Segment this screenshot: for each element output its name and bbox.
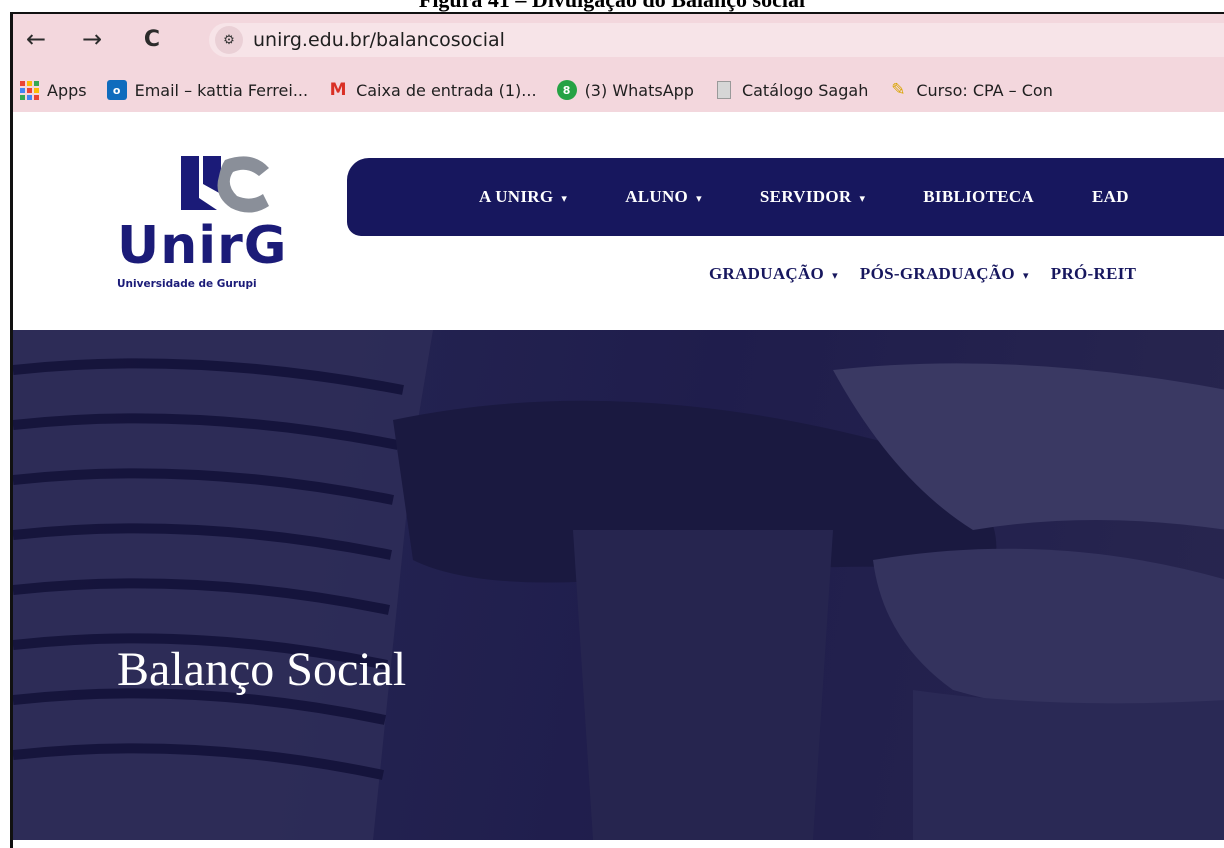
reload-icon[interactable]: C [137, 24, 167, 54]
chevron-down-icon: ▾ [1022, 269, 1029, 282]
nav-biblioteca[interactable]: BIBLIOTECA [923, 187, 1034, 207]
nav-servidor[interactable]: SERVIDOR ▾ [760, 187, 865, 207]
page-title: Balanço Social [117, 643, 407, 696]
bookmark-whatsapp[interactable]: 8 (3) WhatsApp [556, 80, 694, 100]
nav-graduacao[interactable]: GRADUAÇÃO ▾ [709, 264, 838, 284]
hero-background-image [13, 330, 1224, 840]
nav-a-unirg[interactable]: A UNIRG ▾ [479, 187, 567, 207]
nav-aluno[interactable]: ALUNO ▾ [625, 187, 702, 207]
chevron-down-icon: ▾ [696, 192, 702, 205]
logo-wordmark: UnirG [117, 216, 288, 276]
address-bar[interactable]: ⚙ unirg.edu.br/balancosocial [209, 23, 1224, 57]
apps-grid-icon [19, 80, 39, 100]
figure-caption: Figura 41 – Divulgação do Balanço social [0, 0, 1224, 12]
logo-subtitle: Universidade de Gurupi [117, 278, 257, 290]
pencil-icon: ✎ [891, 80, 906, 100]
outlook-icon: o [106, 80, 127, 100]
nav-pos-graduacao[interactable]: PÓS-GRADUAÇÃO ▾ [860, 264, 1029, 284]
book-icon [714, 80, 734, 100]
chevron-down-icon: ▾ [832, 269, 838, 282]
bookmark-apps[interactable]: Apps [19, 80, 87, 100]
chevron-down-icon: ▾ [561, 192, 568, 205]
bookmark-email[interactable]: o Email – kattia Ferrei... [106, 80, 309, 100]
bookmark-label: Apps [47, 80, 87, 100]
site-info-icon[interactable]: ⚙ [215, 26, 243, 54]
bookmarks-bar: Apps o Email – kattia Ferrei... M Caixa … [13, 68, 1224, 112]
nav-pro-reitorias[interactable]: PRÓ-REIT [1051, 264, 1137, 284]
bookmark-label: (3) WhatsApp [584, 80, 694, 100]
browser-window: ← → C ⚙ unirg.edu.br/balancosocial Apps … [10, 12, 1224, 848]
hero-banner: Balanço Social [13, 330, 1224, 840]
bookmark-label: Catálogo Sagah [741, 80, 869, 100]
whatsapp-icon: 8 [556, 80, 577, 100]
chevron-down-icon: ▾ [859, 192, 866, 205]
gmail-icon: M [329, 80, 347, 100]
browser-toolbar: ← → C ⚙ unirg.edu.br/balancosocial [13, 14, 1224, 68]
bookmark-cpa[interactable]: ✎ Curso: CPA – Con [888, 80, 1053, 100]
bookmark-label: Curso: CPA – Con [916, 80, 1053, 100]
bookmark-sagah[interactable]: Catálogo Sagah [714, 80, 868, 100]
secondary-navigation: GRADUAÇÃO ▾ PÓS-GRADUAÇÃO ▾ PRÓ-REIT [709, 264, 1158, 284]
site-header: UnirG Universidade de Gurupi A UNIRG ▾ AL… [13, 112, 1224, 330]
bookmark-gmail[interactable]: M Caixa de entrada (1)... [328, 80, 537, 100]
top-navigation: A UNIRG ▾ ALUNO ▾ SERVIDOR ▾ BIBLIOTECA EAD [347, 158, 1224, 236]
nav-ead[interactable]: EAD [1092, 187, 1129, 207]
forward-icon[interactable]: → [77, 24, 107, 54]
logo-mark-icon [181, 156, 269, 213]
bookmark-label: Email – kattia Ferrei... [134, 80, 309, 100]
back-icon[interactable]: ← [21, 24, 51, 54]
unirg-logo[interactable]: UnirG Universidade de Gurupi [117, 150, 327, 290]
bookmark-label: Caixa de entrada (1)... [356, 80, 537, 100]
url-text[interactable]: unirg.edu.br/balancosocial [253, 29, 505, 51]
